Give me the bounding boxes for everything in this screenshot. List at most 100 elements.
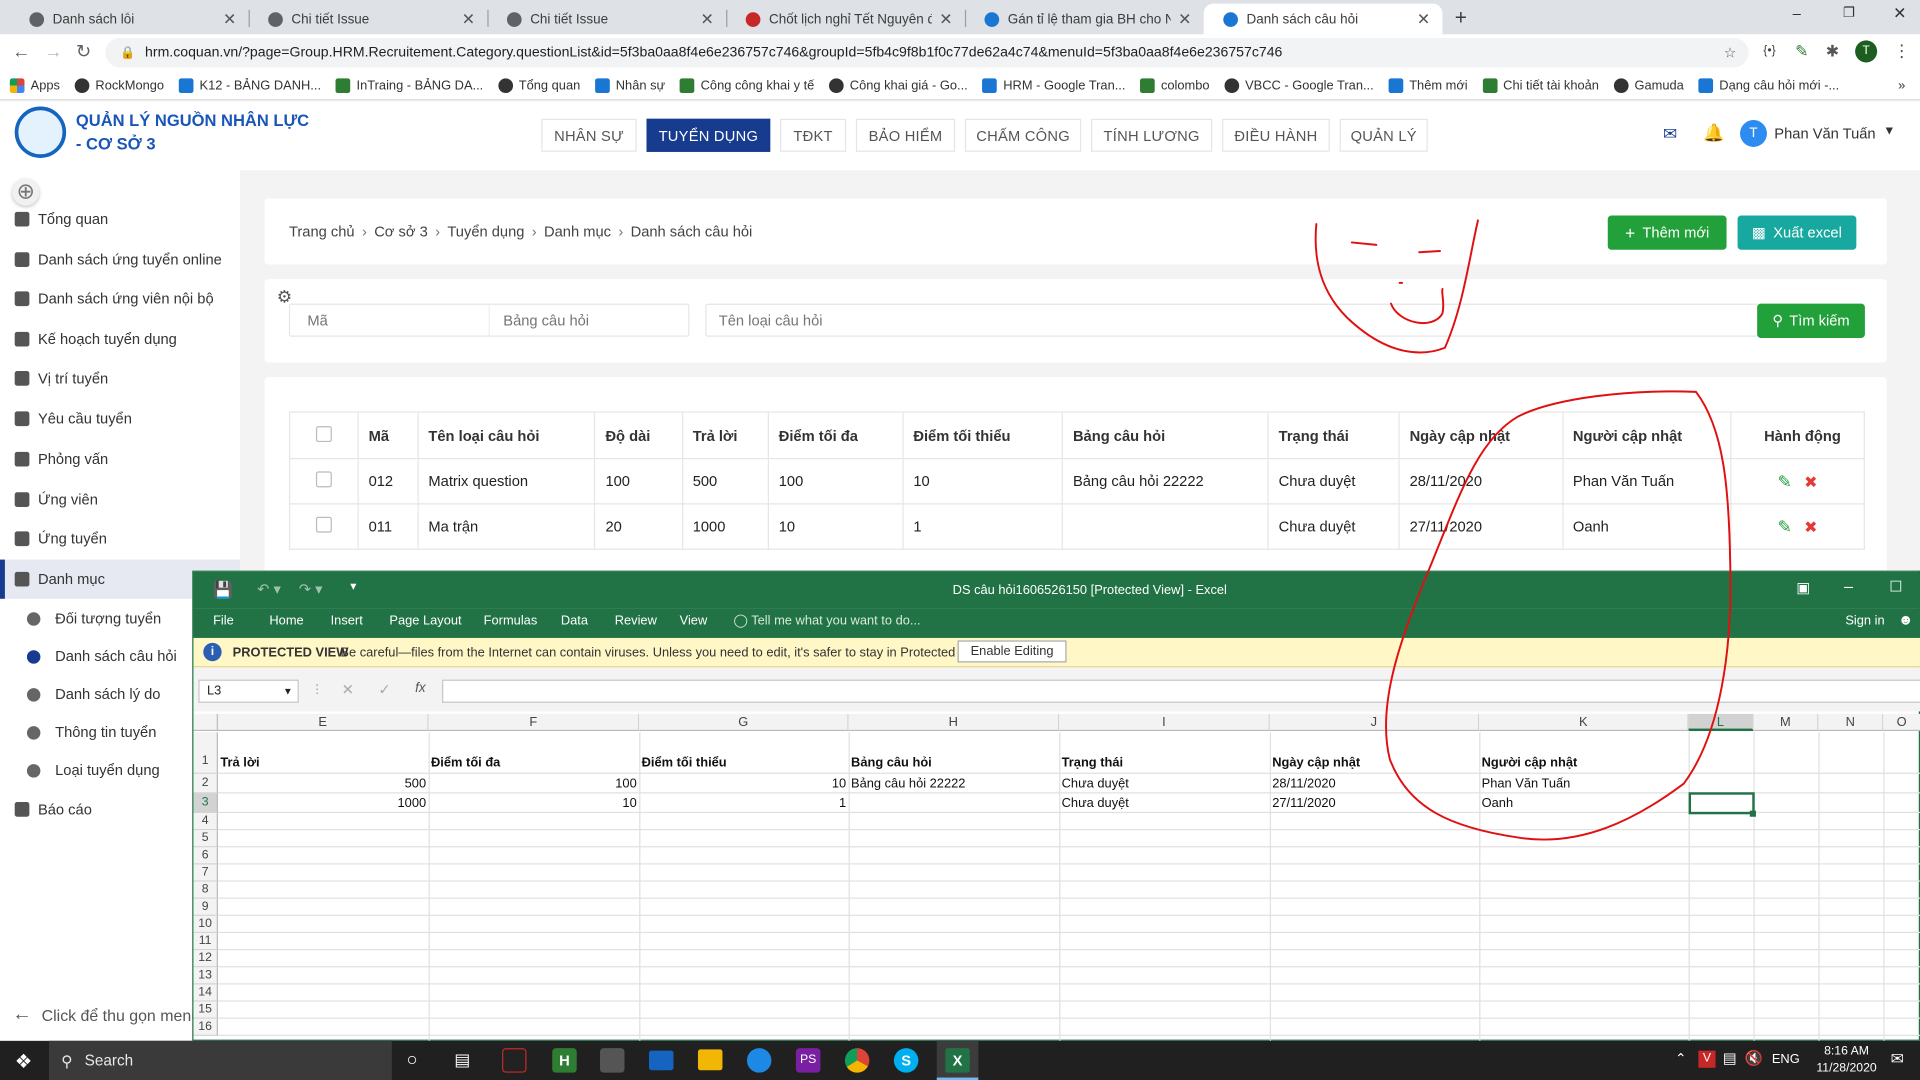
name-box[interactable]: L3 ▼ — [198, 679, 299, 703]
minimize-icon[interactable]: – — [1793, 5, 1801, 22]
excel-cell[interactable]: 10 — [642, 776, 846, 791]
sidebar-item-tong-quan[interactable]: Tổng quan — [14, 211, 109, 228]
column-header-i[interactable]: I — [1059, 713, 1270, 732]
close-icon[interactable]: ✕ — [1417, 9, 1430, 29]
export-excel-button[interactable]: ▩ Xuất excel — [1737, 215, 1857, 250]
row-header-16[interactable]: 16 — [193, 1018, 218, 1036]
sidebar-item-ung-tuyen[interactable]: Ứng tuyển — [14, 530, 107, 547]
row-header-11[interactable]: 11 — [193, 933, 218, 951]
excel-cell[interactable]: Phan Văn Tuấn — [1482, 776, 1686, 791]
breadcrumb-item[interactable]: Danh mục — [544, 223, 611, 240]
sidebar-item-bao-cao[interactable]: Báo cáo — [14, 801, 92, 818]
excel-cell[interactable]: 27/11/2020 — [1272, 796, 1476, 811]
undo-icon[interactable]: ↶ ▾ — [257, 580, 281, 597]
excel-header-cell[interactable]: Bảng câu hỏi — [851, 756, 1057, 771]
browser-tab[interactable]: Chi tiết Issue ✕ — [249, 4, 488, 35]
column-header-h[interactable]: H — [848, 713, 1060, 732]
bookmark-item[interactable]: Thêm mới — [1388, 77, 1468, 93]
select-all-corner[interactable] — [193, 713, 218, 732]
restore-icon[interactable]: ❐ — [1843, 5, 1855, 21]
network-icon[interactable]: ▤ — [1723, 1049, 1737, 1066]
bookmark-item[interactable]: Chi tiết tài khoản — [1482, 77, 1599, 93]
function-icon[interactable]: fx — [415, 681, 425, 696]
language-indicator[interactable]: ENG — [1772, 1052, 1800, 1067]
sidebar-item-vi-tri-tuyen[interactable]: Vị trí tuyển — [14, 370, 108, 387]
row-header-5[interactable]: 5 — [193, 830, 218, 848]
maximize-icon[interactable]: ☐ — [1889, 578, 1902, 595]
column-header-n[interactable]: N — [1818, 713, 1884, 732]
add-new-button[interactable]: + Thêm mới — [1607, 215, 1727, 250]
close-icon[interactable]: ✕ — [223, 9, 236, 29]
bookmark-item[interactable]: Gamuda — [1613, 77, 1684, 93]
sidebar-item-yeu-cau-tuyen[interactable]: Yêu cầu tuyển — [14, 410, 132, 427]
ribbon-tab-home[interactable]: Home — [269, 613, 303, 628]
row-header-9[interactable]: 9 — [193, 898, 218, 916]
row-checkbox[interactable] — [315, 471, 332, 488]
excel-header-cell[interactable]: Trạng thái — [1062, 756, 1268, 771]
active-cell[interactable] — [1688, 792, 1755, 815]
chevron-up-icon[interactable]: ⌃ — [1675, 1051, 1686, 1067]
edit-icon[interactable]: ✎ — [1778, 516, 1792, 536]
sidebar-item-danh-sach-ung-vien-noi-bo[interactable]: Danh sách ứng viên nội bộ — [14, 290, 214, 307]
sidebar-item-danh-sach-ly-do[interactable]: Danh sách lý do — [26, 686, 160, 703]
minimize-icon[interactable]: – — [1844, 577, 1853, 595]
sidebar-item-doi-tuong-tuyen[interactable]: Đối tượng tuyển — [26, 610, 161, 627]
ribbon-tab-view[interactable]: View — [680, 613, 708, 628]
excel-cell[interactable]: 10 — [431, 796, 636, 811]
close-icon[interactable]: ✕ — [1893, 4, 1906, 24]
bookmark-item[interactable]: Dạng câu hỏi mới -... — [1698, 77, 1839, 93]
sidebar-item-danh-sach-cau-hoi[interactable]: Danh sách câu hỏi — [26, 648, 177, 665]
excel-header-cell[interactable]: Điểm tối thiểu — [642, 756, 846, 771]
question-type-input[interactable] — [705, 303, 1759, 337]
bookmark-item[interactable]: K12 - BẢNG DANH... — [178, 77, 321, 93]
clock[interactable]: 8:16 AM 11/28/2020 — [1810, 1043, 1883, 1077]
bookmark-item[interactable]: InTraing - BẢNG DA... — [335, 77, 483, 93]
column-header-o[interactable]: O — [1883, 713, 1920, 732]
chevron-down-icon[interactable]: ▼ — [1883, 125, 1895, 138]
bell-icon[interactable]: 🔔 — [1703, 122, 1724, 143]
notification-icon[interactable]: ✉ — [1891, 1049, 1904, 1069]
row-header-1[interactable]: 1 — [193, 732, 218, 774]
redo-icon[interactable]: ↷ ▾ — [299, 580, 323, 597]
save-icon[interactable]: 💾 — [213, 580, 233, 600]
tell-me[interactable]: ◯ Tell me what you want to do... — [733, 613, 920, 628]
bookmark-item[interactable]: RockMongo — [74, 77, 164, 93]
column-header-j[interactable]: J — [1269, 713, 1480, 732]
volume-icon[interactable]: 🔇 — [1745, 1049, 1763, 1066]
excel-cell[interactable]: 1 — [642, 796, 846, 811]
star-icon[interactable]: ☆ — [1724, 44, 1737, 62]
nav-tab-tinh-luong[interactable]: TÍNH LƯƠNG — [1091, 118, 1213, 152]
close-icon[interactable]: ✕ — [939, 9, 952, 29]
close-icon[interactable]: ✕ — [462, 9, 475, 29]
nav-tab-quan-ly[interactable]: QUẢN LÝ — [1339, 118, 1428, 152]
forward-icon[interactable]: → — [44, 42, 62, 63]
excel-cell[interactable]: Bảng câu hỏi 22222 — [851, 776, 1057, 791]
add-circle-icon[interactable]: ⊕ — [12, 178, 40, 206]
sidebar-item-thong-tin-tuyen[interactable]: Thông tin tuyển — [26, 724, 156, 741]
excel-header-cell[interactable]: Ngày cập nhật — [1272, 756, 1476, 771]
check-icon[interactable]: ✓ — [378, 681, 390, 698]
ribbon-tab-page-layout[interactable]: Page Layout — [389, 613, 461, 628]
new-tab-button[interactable]: + — [1455, 6, 1467, 30]
nav-tab-nhan-su[interactable]: NHÂN SỰ — [541, 118, 637, 152]
nav-tab-tdkt[interactable]: TĐKT — [780, 118, 847, 152]
chevron-down-icon[interactable]: ▼ — [283, 681, 293, 702]
excel-header-cell[interactable]: Điểm tối đa — [431, 756, 637, 771]
breadcrumb-item[interactable]: Trang chủ — [289, 223, 355, 240]
bookmark-item[interactable]: Công khai giá - Go... — [828, 77, 968, 93]
excel-cell[interactable]: 1000 — [220, 796, 427, 811]
ribbon-tab-review[interactable]: Review — [615, 613, 657, 628]
collapse-menu[interactable]: ← Click để thu gọn menu — [12, 1004, 200, 1026]
nav-tab-bao-hiem[interactable]: BẢO HIỂM — [855, 118, 956, 152]
extension-icon[interactable]: ✎ — [1795, 42, 1808, 62]
column-header-e[interactable]: E — [217, 713, 429, 732]
windows-start-icon[interactable]: ❖ — [15, 1049, 33, 1073]
skype-icon[interactable]: S — [893, 1048, 919, 1073]
trash-icon[interactable]: ✖ — [1804, 517, 1817, 535]
edge-icon[interactable] — [746, 1048, 772, 1073]
row-header-10[interactable]: 10 — [193, 915, 218, 934]
sidebar-item-danh-sach-ung-tuyen-online[interactable]: Danh sách ứng tuyển online — [14, 251, 222, 268]
back-icon[interactable]: ← — [12, 42, 30, 63]
excel-cell[interactable]: Oanh — [1482, 796, 1686, 811]
puzzle-icon[interactable]: ✱ — [1826, 42, 1839, 62]
